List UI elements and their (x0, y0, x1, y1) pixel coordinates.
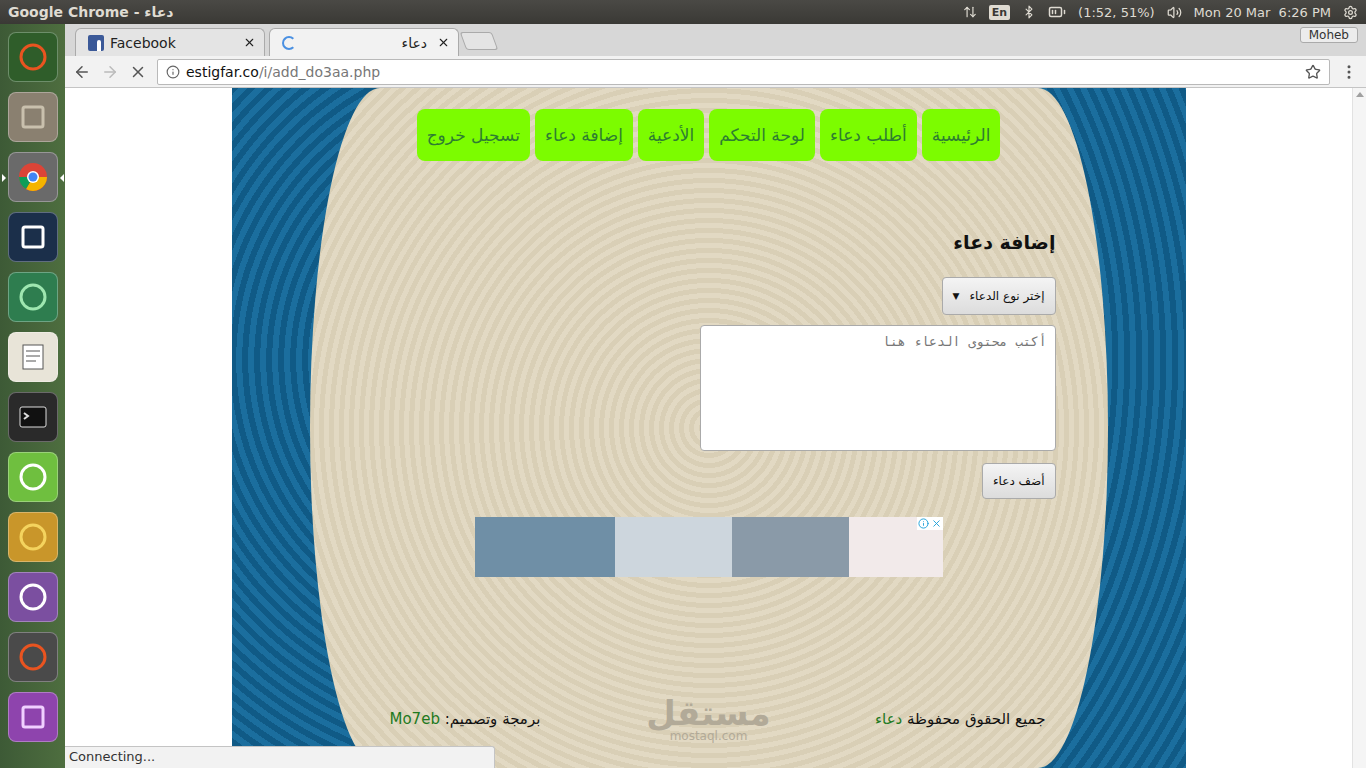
content-textarea[interactable] (700, 325, 1056, 451)
nav-button[interactable]: تسجيل خروج (417, 109, 530, 161)
content-panel: الرئيسيةأطلب دعاءلوحة التحكمالأدعيةإضافة… (310, 88, 1108, 768)
menu-icon[interactable] (1340, 63, 1358, 81)
copyright: جميع الحقوق محفوظة دعاء (875, 710, 1045, 728)
page: الرئيسيةأطلب دعاءلوحة التحكمالأدعيةإضافة… (65, 88, 1352, 768)
tab-label: Facebook (110, 35, 237, 51)
nav-button[interactable]: أطلب دعاء (820, 109, 917, 161)
desktop: Google Chrome - دعاء En (1:52, 51%) Mon 20 … (0, 0, 1366, 768)
launcher-item[interactable] (8, 272, 58, 322)
keyboard-indicator[interactable]: En (989, 5, 1010, 20)
bluetooth-icon[interactable] (1022, 5, 1036, 19)
ad-badges (917, 517, 943, 530)
star-icon[interactable] (1305, 64, 1321, 80)
ad-banner[interactable] (475, 517, 943, 577)
site: الرئيسيةأطلب دعاءلوحة التحكمالأدعيةإضافة… (232, 88, 1186, 768)
running-indicator (2, 174, 6, 182)
volume-icon[interactable] (1167, 5, 1182, 20)
toolbar: estigfar.co/i/add_do3aa.php (65, 56, 1366, 88)
type-select[interactable]: إختر نوع الدعاء▼ (942, 277, 1056, 315)
term-icon (17, 401, 49, 433)
teapot-icon (17, 521, 49, 553)
back-icon[interactable] (73, 63, 91, 81)
launcher-item[interactable] (8, 92, 58, 142)
launcher (0, 24, 65, 768)
nav-button[interactable]: لوحة التحكم (709, 109, 815, 161)
launcher-item[interactable] (8, 32, 58, 82)
nav-bar: الرئيسيةأطلب دعاءلوحة التحكمالأدعيةإضافة… (310, 109, 1108, 161)
window-icon (17, 701, 49, 733)
launcher-item[interactable] (8, 632, 58, 682)
form-title: إضافة دعاء (953, 231, 1055, 253)
dropdown-arrow: ▼ (953, 291, 960, 301)
site-link[interactable]: دعاء (875, 710, 902, 728)
profile-button[interactable]: Moheb (1300, 27, 1358, 43)
nav-button[interactable]: الأدعية (638, 109, 704, 161)
watermark: مستقلmostaql.com (646, 696, 770, 742)
atom-icon (17, 281, 49, 313)
launcher-item[interactable] (8, 512, 58, 562)
launcher-item[interactable] (8, 392, 58, 442)
footer: جميع الحقوق محفوظة دعاء برمجة وتصميم: Mo7… (310, 710, 1108, 728)
address-bar[interactable]: estigfar.co/i/add_do3aa.php (157, 59, 1330, 85)
top-panel: Google Chrome - دعاء En (1:52, 51%) Mon 20 … (0, 0, 1366, 24)
battery-reading: (1:52, 51%) (1078, 5, 1155, 20)
tab-strip: Facebook دعاء Moheb (65, 24, 1366, 56)
tab[interactable]: دعاء (269, 28, 459, 56)
stop-icon[interactable] (129, 63, 147, 81)
launcher-item[interactable] (8, 692, 58, 742)
close-icon[interactable] (437, 36, 450, 49)
battery-icon[interactable] (1048, 3, 1066, 21)
launcher-item[interactable] (8, 452, 58, 502)
new-tab-button[interactable] (460, 32, 499, 50)
loading-icon (282, 36, 296, 50)
chrome-icon (17, 161, 49, 193)
forward-icon[interactable] (101, 63, 119, 81)
running-indicator (60, 174, 64, 182)
nav-button[interactable]: الرئيسية (922, 109, 1001, 161)
tab-label: دعاء (302, 35, 431, 51)
author-link[interactable]: Mo7eb (390, 710, 440, 728)
close-icon[interactable] (243, 36, 256, 49)
status-bubble: Connecting... (65, 746, 495, 768)
launcher-item[interactable] (8, 152, 58, 202)
browser-window: Facebook دعاء Moheb estigfar.co/i/add_do3aa… (65, 24, 1366, 768)
launcher-item[interactable] (8, 212, 58, 262)
phone-icon (17, 581, 49, 613)
settings-icon[interactable] (1343, 5, 1358, 20)
note-icon (17, 341, 49, 373)
url: estigfar.co/i/add_do3aa.php (186, 64, 380, 80)
launcher-item[interactable] (8, 572, 58, 622)
network-icon[interactable] (963, 5, 977, 19)
tab[interactable]: Facebook (75, 28, 265, 56)
ubuntu-icon (17, 41, 49, 73)
circle-icon (17, 461, 49, 493)
launcher-item[interactable] (8, 332, 58, 382)
nav-button[interactable]: إضافة دعاء (535, 109, 633, 161)
drawer-icon (17, 101, 49, 133)
clock[interactable]: Mon 20 Mar 6:26 PM (1194, 5, 1331, 20)
window-title: Google Chrome - دعاء (8, 4, 174, 20)
facebook-icon (88, 35, 104, 51)
info-icon[interactable] (166, 65, 180, 79)
add-form: إضافة دعاء إختر نوع الدعاء▼ أضف دعاء (310, 231, 1108, 499)
adchoices-icon[interactable] (918, 518, 929, 529)
indicators: En (1:52, 51%) Mon 20 Mar 6:26 PM (963, 3, 1358, 21)
credit: برمجة وتصميم: Mo7eb (390, 710, 541, 728)
close-ad-icon[interactable] (931, 518, 942, 529)
submit-button[interactable]: أضف دعاء (982, 463, 1056, 499)
store-icon (17, 641, 49, 673)
bracket-icon (17, 221, 49, 253)
scrollbar[interactable] (1352, 88, 1366, 768)
